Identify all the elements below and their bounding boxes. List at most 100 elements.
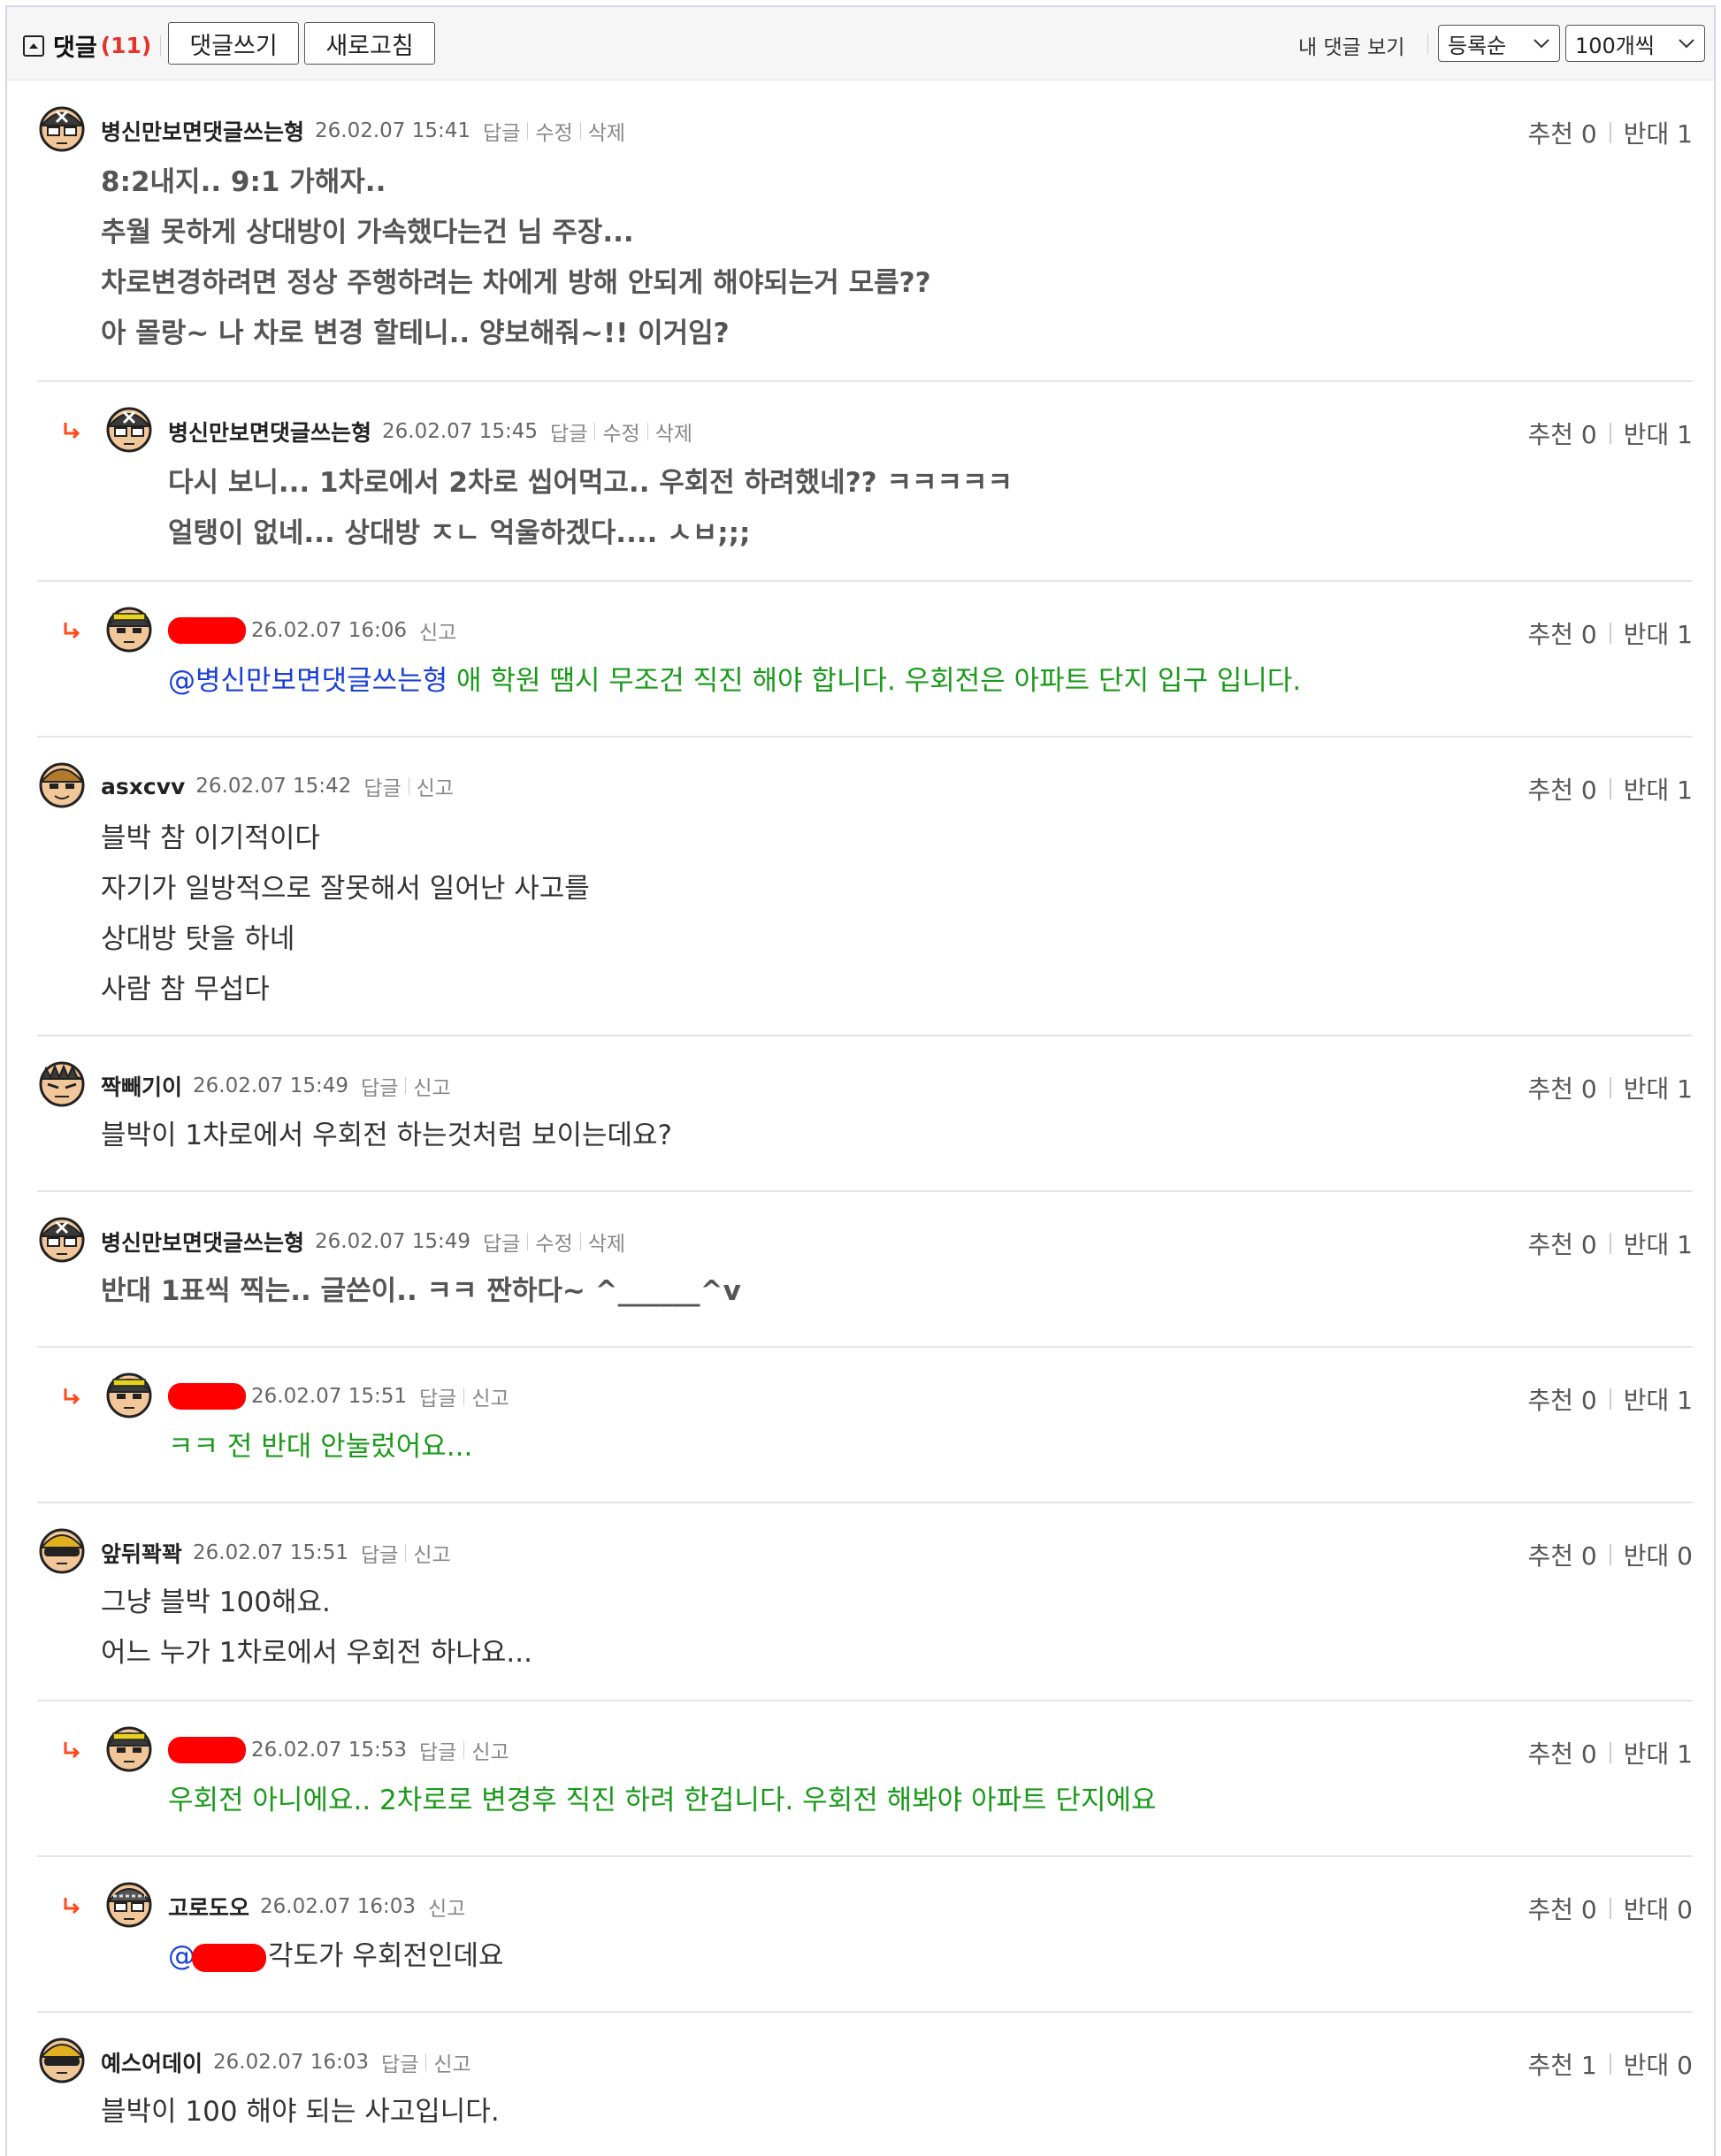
oppose-count: 1 — [1677, 1230, 1693, 1259]
oppose-label: 반대 — [1623, 1386, 1670, 1415]
sort-select[interactable]: 등록순 — [1438, 25, 1560, 62]
refresh-button[interactable]: 새로고침 — [304, 22, 435, 65]
comment-line: 블박이 1차로에서 우회전 하는것처럼 보이는데요? — [101, 1120, 672, 1151]
report-link[interactable]: 신고 — [413, 1071, 450, 1101]
my-comments-link[interactable]: 내 댓글 보기 — [1298, 30, 1404, 60]
oppose-button[interactable]: 반대 1 — [1624, 416, 1693, 451]
author-nick[interactable]: 예스어데이 — [101, 2046, 203, 2078]
report-link[interactable]: 신고 — [428, 1892, 465, 1922]
per-page-select[interactable]: 100개씩 — [1565, 25, 1705, 62]
recommend-button[interactable]: 추천 0 — [1527, 1070, 1596, 1105]
recommend-button[interactable]: 추천 0 — [1527, 1537, 1596, 1572]
report-link[interactable]: 신고 — [433, 2047, 470, 2077]
author-nick[interactable]: 병신만보면댓글쓰는형 — [101, 115, 304, 147]
report-link[interactable]: 신고 — [413, 1538, 450, 1568]
report-link[interactable]: 신고 — [471, 1735, 509, 1765]
comment-body: 우회전 아니에요.. 2차로로 변경후 직진 하려 한겁니다. 우회전 해봐야 … — [168, 1776, 1157, 1826]
comment-toggle[interactable]: 댓글 (11) — [23, 28, 170, 63]
author-nick[interactable]: 앞뒤꽉꽉 — [101, 1537, 182, 1569]
avatar — [39, 1528, 85, 1574]
divider — [160, 34, 162, 57]
recommend-label: 추천 — [1527, 2051, 1573, 2080]
report-link[interactable]: 신고 — [419, 615, 456, 646]
oppose-button[interactable]: 반대 0 — [1624, 1537, 1693, 1572]
oppose-label: 반대 — [1623, 1230, 1670, 1259]
avatar — [106, 607, 152, 653]
report-link[interactable]: 신고 — [471, 1381, 509, 1411]
oppose-button[interactable]: 반대 0 — [1624, 2046, 1693, 2082]
comment-line: ㅋㅋ 전 반대 안눌렀어요... — [168, 1431, 473, 1463]
collapse-icon[interactable] — [23, 34, 44, 57]
avatar — [39, 106, 85, 152]
reply-link[interactable]: 답글 — [419, 1381, 456, 1411]
mention-link[interactable]: @병신만보면댓글쓰는형 — [168, 665, 447, 697]
oppose-count: 1 — [1677, 776, 1693, 805]
comment-item: asxcvv 26.02.07 15:42 답글 신고 추천 0 반대 1 블박… — [37, 738, 1693, 1036]
recommend-button[interactable]: 추천 0 — [1527, 1891, 1596, 1926]
oppose-count: 0 — [1677, 1895, 1693, 1924]
comment-date: 26.02.07 15:51 — [251, 1385, 408, 1408]
oppose-label: 반대 — [1623, 620, 1670, 649]
oppose-button[interactable]: 반대 1 — [1624, 1735, 1693, 1770]
edit-link[interactable]: 수정 — [602, 417, 639, 447]
avatar — [106, 1726, 152, 1772]
author-nick[interactable]: 병신만보면댓글쓰는형 — [101, 1226, 304, 1258]
report-link[interactable]: 신고 — [417, 771, 454, 801]
delete-link[interactable]: 삭제 — [588, 116, 625, 146]
comment-line: 그냥 블박 100해요. — [101, 1586, 331, 1618]
oppose-button[interactable]: 반대 0 — [1624, 1891, 1693, 1926]
comment-item: 짝빼기이 26.02.07 15:49 답글 신고 추천 0 반대 1 블박이 … — [37, 1036, 1693, 1192]
author-nick[interactable]: 병신만보면댓글쓰는형 — [168, 416, 371, 447]
oppose-button[interactable]: 반대 1 — [1624, 615, 1693, 651]
reply-link[interactable]: 답글 — [361, 1538, 398, 1568]
recommend-button[interactable]: 추천 1 — [1527, 2046, 1596, 2082]
author-nick[interactable]: 짝빼기이 — [101, 1070, 182, 1102]
reply-link[interactable]: 답글 — [483, 1227, 520, 1257]
delete-link[interactable]: 삭제 — [655, 417, 692, 447]
oppose-button[interactable]: 반대 1 — [1624, 1070, 1693, 1105]
recommend-button[interactable]: 추천 0 — [1527, 1381, 1596, 1417]
edit-link[interactable]: 수정 — [535, 116, 572, 146]
comment-date: 26.02.07 15:45 — [382, 420, 539, 443]
oppose-button[interactable]: 반대 1 — [1624, 771, 1693, 807]
comment-date: 26.02.07 16:06 — [251, 619, 408, 642]
oppose-button[interactable]: 반대 1 — [1624, 1226, 1693, 1261]
reply-link[interactable]: 답글 — [550, 417, 587, 447]
reply-link[interactable]: 답글 — [363, 771, 401, 801]
comment-panel: 댓글 (11) 댓글쓰기 새로고침 내 댓글 보기 등록순 100개씩 병신만보… — [5, 5, 1716, 2156]
recommend-button[interactable]: 추천 0 — [1527, 416, 1596, 451]
author-nick[interactable]: 고로도오 — [168, 1891, 249, 1923]
oppose-label: 반대 — [1623, 1739, 1670, 1769]
reply-link[interactable]: 답글 — [483, 116, 520, 146]
comment-title: 댓글 — [53, 34, 97, 62]
reply-item: 고로도오 26.02.07 16:03 신고 추천 0 반대 0 @ 각도가 우회… — [37, 1857, 1693, 2013]
comment-line: 어느 누가 1차로에서 우회전 하나요... — [101, 1637, 532, 1669]
delete-link[interactable]: 삭제 — [588, 1227, 625, 1257]
comment-line: 8:2내지.. 9:1 가해자.. — [101, 166, 386, 198]
chevron-down-icon — [1679, 39, 1694, 49]
recommend-button[interactable]: 추천 0 — [1527, 115, 1596, 150]
comment-item: 앞뒤꽉꽉 26.02.07 15:51 답글 신고 추천 0 반대 0 그냥 블… — [37, 1503, 1693, 1701]
reply-link[interactable]: 답글 — [381, 2047, 418, 2077]
comment-date: 26.02.07 16:03 — [213, 2051, 370, 2074]
comment-line: 블박 참 이기적이다 — [101, 822, 320, 854]
oppose-button[interactable]: 반대 1 — [1624, 1381, 1693, 1417]
oppose-button[interactable]: 반대 1 — [1624, 115, 1693, 150]
comment-body: 반대 1표씩 찍는.. 글쓴이.. ㅋㅋ 짠하다~ ^______^v — [101, 1266, 741, 1317]
reply-link[interactable]: 답글 — [361, 1071, 398, 1101]
reply-link[interactable]: 답글 — [419, 1735, 456, 1765]
edit-link[interactable]: 수정 — [535, 1227, 572, 1257]
write-comment-button[interactable]: 댓글쓰기 — [168, 22, 299, 65]
recommend-button[interactable]: 추천 0 — [1527, 1735, 1596, 1770]
oppose-label: 반대 — [1623, 119, 1670, 149]
recommend-button[interactable]: 추천 0 — [1527, 615, 1596, 651]
comment-body: 블박이 1차로에서 우회전 하는것처럼 보이는데요? — [101, 1111, 672, 1161]
comment-line: 반대 1표씩 찍는.. 글쓴이.. ㅋㅋ 짠하다~ ^______^v — [101, 1275, 741, 1307]
recommend-button[interactable]: 추천 0 — [1527, 1226, 1596, 1261]
sort-select-value: 등록순 — [1448, 33, 1507, 58]
comment-line: 사람 참 무섭다 — [101, 974, 270, 1005]
recommend-button[interactable]: 추천 0 — [1527, 771, 1596, 807]
comment-item: 예스어데이 26.02.07 16:03 답글 신고 추천 1 반대 0 블박이… — [37, 2013, 1693, 2156]
reply-arrow-icon — [64, 1742, 80, 1759]
author-nick[interactable]: asxcvv — [101, 774, 185, 799]
